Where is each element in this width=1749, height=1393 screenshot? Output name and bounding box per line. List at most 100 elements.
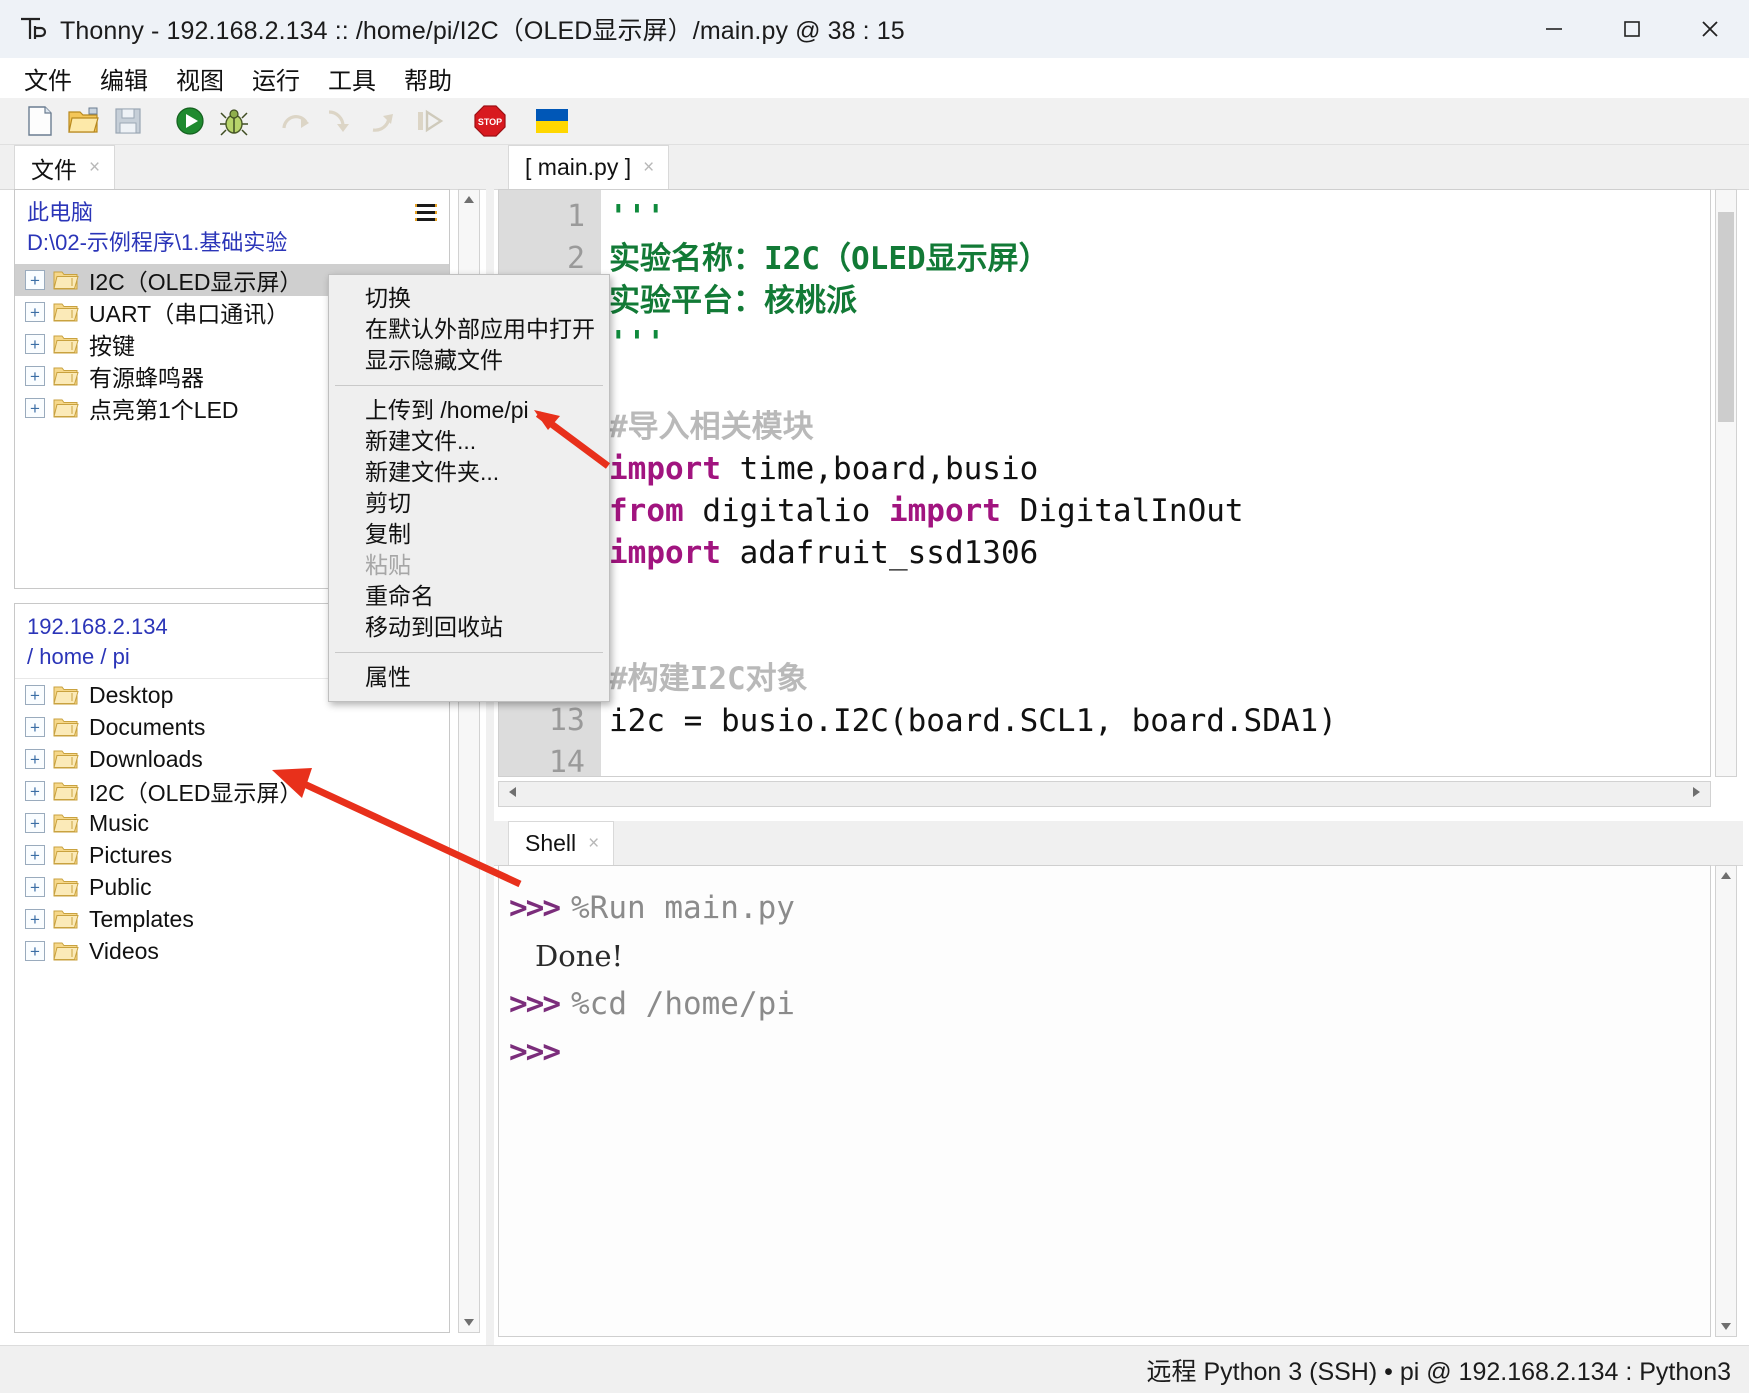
file-context-menu[interactable]: 切换 在默认外部应用中打开 显示隐藏文件 上传到 /home/pi 新建文件... 新建文… [328, 274, 610, 702]
code-line[interactable]: import adafruit_ssd1306 [609, 532, 1710, 574]
expand-toggle-icon[interactable]: + [25, 717, 45, 737]
code-content[interactable]: ''' 实验名称：I2C（OLED显示屏） 实验平台：核桃派 ''' #导入相关模块 im… [601, 190, 1710, 776]
maximize-button[interactable] [1593, 0, 1671, 58]
tab-main-py-close-icon[interactable]: × [643, 157, 654, 179]
expand-toggle-icon[interactable]: + [25, 270, 45, 290]
local-path-computer[interactable]: 此电脑 [27, 198, 439, 228]
code-line[interactable]: import time,board,busio [609, 448, 1710, 490]
menu-file[interactable]: 文件 [10, 61, 86, 96]
shell-line[interactable]: >>> %Run main.py [509, 884, 1710, 932]
shell-vertical-scrollbar[interactable] [1715, 865, 1737, 1337]
tab-files-close-icon[interactable]: × [89, 157, 100, 179]
expand-toggle-icon[interactable]: + [25, 749, 45, 769]
remote-tree-item-row[interactable]: + Public [15, 871, 449, 903]
code-line[interactable]: #构建I2C对象 [609, 658, 1710, 700]
expand-toggle-icon[interactable]: + [25, 302, 45, 322]
menu-view[interactable]: 视图 [162, 61, 238, 96]
context-menu-item[interactable]: 重命名 [329, 581, 609, 612]
stop-icon[interactable]: STOP [468, 100, 512, 142]
context-menu-item[interactable]: 移动到回收站 [329, 612, 609, 643]
expand-toggle-icon[interactable]: + [25, 334, 45, 354]
code-line[interactable]: i2c = busio.I2C(board.SCL1, board.SDA1) [609, 700, 1710, 742]
remote-browser-scrollbar[interactable] [458, 603, 480, 1333]
code-line[interactable]: 实验名称：I2C（OLED显示屏） [609, 238, 1710, 280]
editor-scroll-left-icon[interactable] [507, 785, 519, 804]
expand-toggle-icon[interactable]: + [25, 909, 45, 929]
folder-icon [53, 876, 79, 898]
shell-scroll-down-icon[interactable] [1716, 1316, 1736, 1336]
run-play-icon[interactable] [168, 100, 212, 142]
code-line[interactable]: #导入相关模块 [609, 406, 1710, 448]
remote-scroll-down-icon[interactable] [459, 1312, 479, 1332]
code-line[interactable]: ''' [609, 196, 1710, 238]
context-menu-item[interactable]: 新建文件... [329, 426, 609, 457]
expand-toggle-icon[interactable]: + [25, 781, 45, 801]
code-line[interactable] [609, 364, 1710, 406]
code-line[interactable]: from digitalio import DigitalInOut [609, 490, 1710, 532]
open-folder-icon[interactable] [62, 100, 106, 142]
remote-file-tree[interactable]: + Desktop + Documents + Downloads + I2C（OLED显示屏… [15, 679, 449, 967]
minimize-button[interactable] [1515, 0, 1593, 58]
local-scroll-up-icon[interactable] [459, 190, 479, 210]
editor-scroll-thumb[interactable] [1718, 212, 1734, 422]
expand-toggle-icon[interactable]: + [25, 813, 45, 833]
code-line[interactable] [609, 616, 1710, 658]
expand-toggle-icon[interactable]: + [25, 366, 45, 386]
tab-shell-close-icon[interactable]: × [588, 833, 599, 855]
context-menu-item[interactable]: 切换 [329, 283, 609, 314]
remote-file-browser[interactable]: 192.168.2.134 / home / pi + Desktop + Docum… [14, 603, 450, 1333]
remote-tree-item-row[interactable]: + Music [15, 807, 449, 839]
code-editor[interactable]: 1 2 13 14 ''' 实验名称：I2C（OLED显示屏） 实验平台：核桃派 ''' #导… [498, 189, 1711, 777]
shell-console[interactable]: >>> %Run main.py Done! >>> %cd /home/pi >>> [498, 865, 1711, 1337]
editor-vertical-scrollbar[interactable] [1715, 189, 1737, 777]
resume-icon[interactable] [406, 100, 450, 142]
new-file-icon[interactable] [18, 100, 62, 142]
context-menu-item[interactable]: 上传到 /home/pi [329, 395, 609, 426]
save-disk-icon[interactable] [106, 100, 150, 142]
remote-tree-item-row[interactable]: + Downloads [15, 743, 449, 775]
editor-horizontal-scrollbar[interactable] [498, 781, 1711, 807]
menu-help[interactable]: 帮助 [390, 61, 466, 96]
remote-tree-item-row[interactable]: + Documents [15, 711, 449, 743]
context-menu-item[interactable]: 显示隐藏文件 [329, 345, 609, 376]
menu-edit[interactable]: 编辑 [86, 61, 162, 96]
step-into-icon[interactable] [318, 100, 362, 142]
context-menu-item[interactable]: 在默认外部应用中打开 [329, 314, 609, 345]
menu-tools[interactable]: 工具 [314, 61, 390, 96]
expand-toggle-icon[interactable]: + [25, 398, 45, 418]
tab-files[interactable]: 文件 × [14, 145, 116, 189]
hamburger-icon[interactable] [415, 204, 437, 225]
close-button[interactable] [1671, 0, 1749, 58]
step-out-icon[interactable] [362, 100, 406, 142]
menu-run[interactable]: 运行 [238, 61, 314, 96]
code-line[interactable] [609, 574, 1710, 616]
shell-scroll-up-icon[interactable] [1716, 866, 1736, 886]
editor-scroll-right-icon[interactable] [1690, 785, 1702, 804]
debug-bug-icon[interactable] [212, 100, 256, 142]
ukraine-flag-icon[interactable] [530, 100, 574, 142]
expand-toggle-icon[interactable]: + [25, 877, 45, 897]
remote-tree-item-row[interactable]: + Templates [15, 903, 449, 935]
tab-main-py[interactable]: [ main.py ] × [508, 145, 670, 189]
shell-line[interactable]: Done! [509, 932, 1710, 980]
tab-shell[interactable]: Shell × [508, 821, 615, 865]
context-menu-item[interactable]: 剪切 [329, 488, 609, 519]
menu-bar: 文件 编辑 视图 运行 工具 帮助 [0, 58, 1749, 98]
shell-line[interactable]: >>> [509, 1028, 1710, 1076]
remote-tree-item-row[interactable]: + Pictures [15, 839, 449, 871]
context-menu-item[interactable]: 属性 [329, 662, 609, 693]
expand-toggle-icon[interactable]: + [25, 845, 45, 865]
code-line[interactable]: ''' [609, 322, 1710, 364]
expand-toggle-icon[interactable]: + [25, 685, 45, 705]
code-line[interactable] [609, 742, 1710, 776]
local-path-dir[interactable]: D:\02-示例程序\1.基础实验 [27, 228, 439, 258]
step-over-icon[interactable] [274, 100, 318, 142]
remote-tree-item-label: Music [89, 809, 150, 836]
context-menu-item[interactable]: 新建文件夹... [329, 457, 609, 488]
expand-toggle-icon[interactable]: + [25, 941, 45, 961]
shell-line[interactable]: >>> %cd /home/pi [509, 980, 1710, 1028]
context-menu-item[interactable]: 复制 [329, 519, 609, 550]
remote-tree-item-row[interactable]: + Videos [15, 935, 449, 967]
remote-tree-item-row[interactable]: + I2C（OLED显示屏） [15, 775, 449, 807]
code-line[interactable]: 实验平台：核桃派 [609, 280, 1710, 322]
